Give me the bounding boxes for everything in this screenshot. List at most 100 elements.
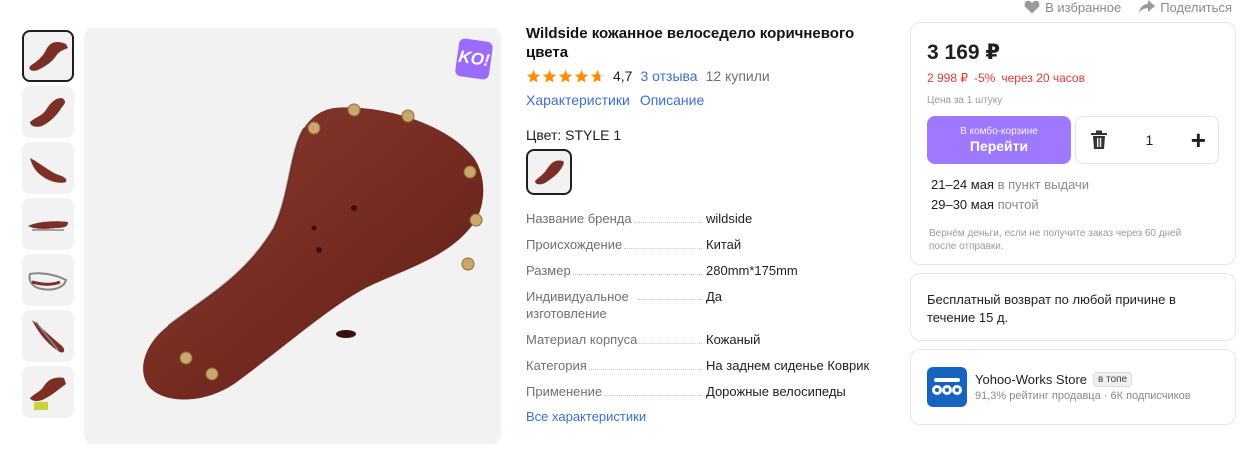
- saddle-thumb-icon: [28, 221, 68, 231]
- price: 3 169 ₽: [927, 41, 1000, 64]
- spec-row: Индивидуальное изготовление Да: [526, 288, 896, 322]
- spec-row: Размер 280mm*175mm: [526, 262, 896, 279]
- spec-value: 280mm*175mm: [706, 263, 798, 278]
- spec-value: Кожаный: [706, 332, 761, 347]
- spec-value: Да: [706, 289, 723, 304]
- product-info: Wildside кожанное велоседело коричневого…: [526, 24, 896, 424]
- saddle-thumb-icon: [30, 98, 66, 127]
- spec-key: Название бренда: [526, 210, 634, 227]
- discount-price: 2 998 ₽: [927, 71, 968, 85]
- store-logo[interactable]: [927, 367, 967, 407]
- share-label: Поделиться: [1160, 0, 1232, 15]
- discount-time: через 20 часов: [1001, 71, 1085, 85]
- spec-value: wildside: [706, 211, 753, 226]
- saddle-thumb-icon: [30, 377, 66, 410]
- spec-key: Материал корпуса: [526, 331, 640, 348]
- buy-card: 3 169 ₽ 2 998 ₽ -5% через 20 часов Цена …: [910, 22, 1236, 265]
- thumbnail-5[interactable]: [22, 254, 74, 306]
- specs-table: Название бренда wildside Происхождение К…: [526, 210, 896, 400]
- buy-row: В комбо-корзине Перейти 1 +: [927, 116, 1219, 164]
- store-card: Yohoo-Works Store в топе 91,3% рейтинг п…: [910, 349, 1236, 425]
- thumbnail-2[interactable]: [22, 86, 74, 138]
- thumbnail-list: [22, 30, 74, 422]
- info-links: Характеристики Описание: [526, 92, 896, 108]
- color-swatch-style-1[interactable]: [526, 149, 572, 195]
- spec-row: Категория На заднем сиденье Коврик: [526, 357, 896, 374]
- saddle-swatch-icon: [535, 160, 564, 185]
- color-label: Цвет: STYLE 1: [526, 127, 622, 143]
- delivery-option: 29–30 мая почтой: [931, 195, 1219, 215]
- rating-value: 4,7: [613, 68, 633, 84]
- spec-key: Размер: [526, 262, 573, 279]
- heart-icon: [1024, 0, 1040, 14]
- star-icon: [526, 69, 541, 82]
- saddle-thumb-icon: [32, 320, 65, 353]
- share-icon: [1139, 0, 1156, 13]
- favorite-button[interactable]: В избранное: [1024, 0, 1122, 15]
- delivery-date: 29–30 мая: [931, 197, 994, 212]
- trash-icon[interactable]: [1090, 130, 1108, 150]
- store-name[interactable]: Yohoo-Works Store: [975, 372, 1087, 387]
- delivery-method: в пункт выдачи: [997, 177, 1090, 192]
- delivery-option: 21–24 мая в пункт выдачи: [931, 175, 1219, 195]
- discount-percent: -5%: [974, 71, 996, 85]
- combo-small-label: В комбо-корзине: [960, 126, 1038, 137]
- characteristics-link[interactable]: Характеристики: [526, 92, 630, 108]
- plus-icon[interactable]: +: [1191, 127, 1206, 153]
- combo-big-label: Перейти: [969, 138, 1029, 154]
- bought-count: 12 купили: [705, 68, 770, 84]
- meta-separator: ·: [1103, 390, 1108, 402]
- rating-row: 4,7 3 отзыва 12 купили: [526, 68, 896, 84]
- combo-cart-button[interactable]: В комбо-корзине Перейти: [927, 116, 1071, 164]
- spec-key: Применение: [526, 383, 605, 400]
- store-rating: 91,3% рейтинг продавца: [975, 390, 1101, 402]
- store-meta: 91,3% рейтинг продавца · 6К подписчиков: [975, 390, 1191, 402]
- top-badge: в топе: [1093, 372, 1133, 387]
- thumbnail-1[interactable]: [22, 30, 74, 82]
- saddle-thumb-icon: [28, 272, 68, 291]
- discount-row: 2 998 ₽ -5% через 20 часов: [927, 71, 1219, 85]
- spec-key: Индивидуальное изготовление: [526, 288, 638, 322]
- store-logo-icon: [932, 378, 962, 395]
- store-subscribers: 6К подписчиков: [1110, 390, 1191, 402]
- quantity-stepper: 1 +: [1075, 116, 1219, 164]
- spec-row: Применение Дорожные велосипеды: [526, 383, 896, 400]
- share-button[interactable]: Поделиться: [1139, 0, 1232, 15]
- return-policy-card: Бесплатный возврат по любой причине в те…: [910, 273, 1236, 341]
- return-policy-text: Бесплатный возврат по любой причине в те…: [927, 292, 1176, 325]
- star-half-icon: [590, 69, 605, 82]
- top-actions: В избранное Поделиться: [1024, 0, 1232, 15]
- reviews-link[interactable]: 3 отзыва: [640, 68, 697, 84]
- saddle-thumb-icon: [30, 158, 67, 183]
- star-icon: [574, 69, 589, 82]
- store-details: Yohoo-Works Store в топе 91,3% рейтинг п…: [975, 372, 1191, 402]
- spec-row: Происхождение Китай: [526, 236, 896, 253]
- thumbnail-3[interactable]: [22, 142, 74, 194]
- saddle-image: [143, 103, 484, 400]
- thumbnail-7[interactable]: [22, 366, 74, 418]
- description-link[interactable]: Описание: [640, 92, 704, 108]
- spec-key: Происхождение: [526, 236, 625, 253]
- delivery-date: 21–24 мая: [931, 177, 994, 192]
- thumbnail-4[interactable]: [22, 198, 74, 250]
- thumbnail-6[interactable]: [22, 310, 74, 362]
- per-unit-note: Цена за 1 штуку: [927, 95, 1003, 106]
- spec-value: Китай: [706, 237, 742, 252]
- spec-key: Категория: [526, 357, 589, 374]
- product-title: Wildside кожанное велоседело коричневого…: [526, 25, 855, 61]
- spec-value: На заднем сиденье Коврик: [706, 358, 870, 373]
- ko-badge: KO!: [454, 37, 494, 81]
- saddle-thumb-icon: [29, 42, 68, 71]
- favorite-label: В избранное: [1045, 0, 1122, 15]
- star-icon: [542, 69, 557, 82]
- refund-note: Вернём деньги, если не получите заказ че…: [929, 228, 1182, 252]
- star-icon: [558, 69, 573, 82]
- delivery-method: почтой: [997, 197, 1039, 212]
- all-specs-link[interactable]: Все характеристики: [526, 409, 896, 424]
- spec-value: Дорожные велосипеды: [706, 384, 846, 399]
- spec-row: Название бренда wildside: [526, 210, 896, 227]
- quantity-value: 1: [1145, 132, 1154, 148]
- delivery-options: 21–24 мая в пункт выдачи 29–30 мая почто…: [927, 175, 1219, 215]
- spec-row: Материал корпуса Кожаный: [526, 331, 896, 348]
- main-product-image[interactable]: KO!: [84, 28, 501, 444]
